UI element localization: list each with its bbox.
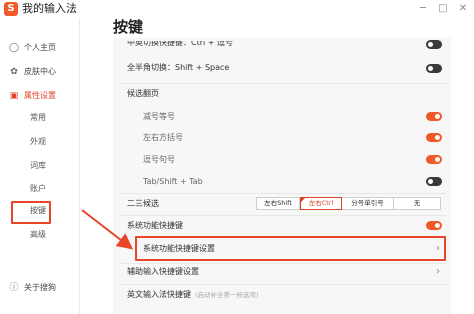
annotation-arrow-icon [81,209,134,250]
